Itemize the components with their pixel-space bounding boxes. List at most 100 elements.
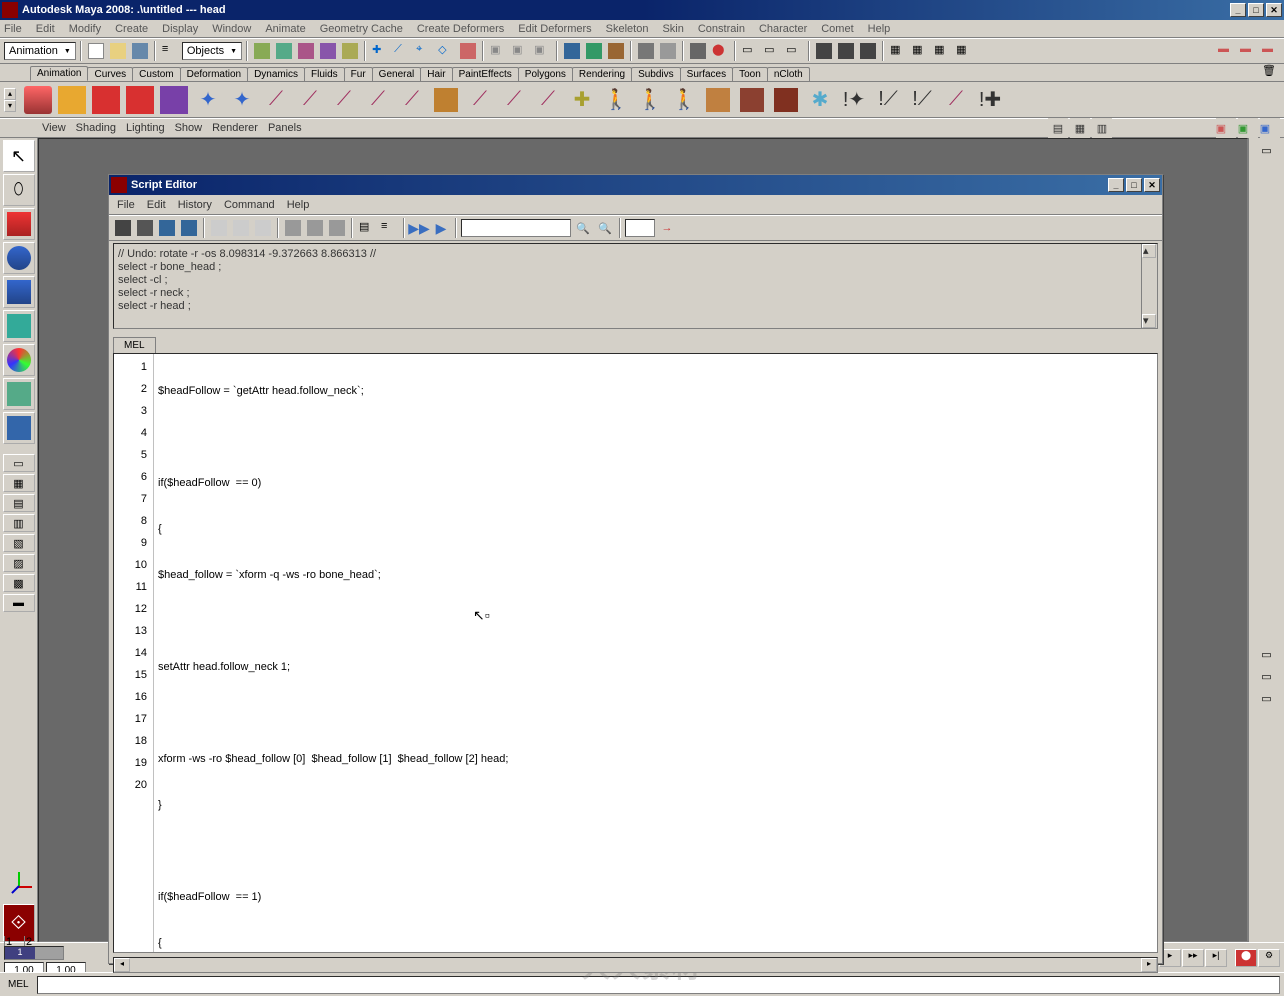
sel-surface-icon[interactable]: [318, 41, 338, 61]
se-menu-history[interactable]: History: [178, 199, 212, 211]
menu-constrain[interactable]: Constrain: [698, 23, 745, 35]
move-tool[interactable]: [3, 208, 35, 240]
rotate-tool[interactable]: [3, 242, 35, 274]
shelf-icon-27[interactable]: !⟋: [906, 84, 938, 116]
shelf-icon-25[interactable]: !✦: [838, 84, 870, 116]
construction-history-icon[interactable]: ▣: [532, 41, 552, 61]
se-search-down-icon[interactable]: 🔍: [573, 218, 593, 238]
shelf-tab-deformation[interactable]: Deformation: [180, 67, 248, 81]
shelf-icon-setkey[interactable]: [22, 84, 54, 116]
shelf-icon-28[interactable]: ⟋: [940, 84, 972, 116]
se-line-numbers-icon[interactable]: ≡: [379, 218, 399, 238]
shelf-icon-13[interactable]: [430, 84, 462, 116]
select-tool[interactable]: ↖: [3, 140, 35, 172]
channel-icon-a[interactable]: ▭: [1257, 644, 1277, 664]
shelf-icon-20[interactable]: 🚶: [668, 84, 700, 116]
snap-point-icon[interactable]: ⌖: [414, 41, 434, 61]
clapboard-b-icon[interactable]: [836, 41, 856, 61]
vp-attr-editor-icon[interactable]: ▣: [1216, 118, 1236, 138]
se-echo-icon[interactable]: ▤: [357, 218, 377, 238]
vp-layout-3-icon[interactable]: ▥: [1092, 118, 1112, 138]
channel-icon-b[interactable]: ▭: [1257, 666, 1277, 686]
se-code-body[interactable]: $headFollow = `getAttr head.follow_neck`…: [154, 354, 1157, 952]
menu-modify[interactable]: Modify: [69, 23, 101, 35]
shelf-icon-joint[interactable]: ⟋: [260, 84, 292, 116]
attribute-editor-toggle-icon[interactable]: ▬: [1260, 41, 1280, 61]
snap-live-icon[interactable]: [458, 41, 478, 61]
menu-animate[interactable]: Animate: [265, 23, 305, 35]
sel-deform-icon[interactable]: [340, 41, 360, 61]
sel-joint-icon[interactable]: [274, 41, 294, 61]
menu-create-deformers[interactable]: Create Deformers: [417, 23, 504, 35]
menu-help[interactable]: Help: [868, 23, 891, 35]
vp-layout-2-icon[interactable]: ▦: [1070, 118, 1090, 138]
vp-tool-settings-icon[interactable]: ▣: [1238, 118, 1258, 138]
layout-custom1[interactable]: ▤: [3, 494, 35, 512]
se-close-button[interactable]: ✕: [1144, 178, 1160, 192]
ipr-render-icon[interactable]: [584, 41, 604, 61]
vp-menu-show[interactable]: Show: [175, 122, 203, 134]
se-minimize-button[interactable]: _: [1108, 178, 1124, 192]
shelf-tab-subdivs[interactable]: Subdivs: [631, 67, 681, 81]
autokey-button[interactable]: ⬤: [1235, 949, 1257, 967]
channel-box-toggle-icon[interactable]: ▬: [1216, 41, 1236, 61]
vp-menu-renderer[interactable]: Renderer: [212, 122, 258, 134]
misc-d-icon[interactable]: ⬤: [710, 41, 730, 61]
time-slider[interactable]: 1: [4, 946, 64, 960]
grid-a-icon[interactable]: ▦: [888, 41, 908, 61]
selection-mode-dropdown[interactable]: Objects: [182, 42, 242, 60]
snap-curve-icon[interactable]: ⟋: [392, 41, 412, 61]
se-show-input-icon[interactable]: [305, 218, 325, 238]
shelf-icon-3[interactable]: [90, 84, 122, 116]
pref-button[interactable]: ⚙: [1258, 949, 1280, 967]
shelf-tab-rendering[interactable]: Rendering: [572, 67, 632, 81]
layer-editor-toggle-icon[interactable]: ▬: [1238, 41, 1258, 61]
shelf-icon-15[interactable]: ⟋: [498, 84, 530, 116]
current-frame[interactable]: 1: [5, 947, 35, 959]
layout-c-icon[interactable]: ▭: [784, 41, 804, 61]
show-manip-tool[interactable]: [3, 378, 35, 410]
menu-edit[interactable]: Edit: [36, 23, 55, 35]
se-splitter[interactable]: [109, 331, 1162, 335]
shelf-icon-18[interactable]: 🚶: [600, 84, 632, 116]
grid-b-icon[interactable]: ▦: [910, 41, 930, 61]
menu-comet[interactable]: Comet: [821, 23, 853, 35]
se-clear-input-icon[interactable]: [231, 218, 251, 238]
shelf-trash-icon[interactable]: 🗑: [1262, 64, 1278, 80]
vp-menu-shading[interactable]: Shading: [76, 122, 116, 134]
menu-skin[interactable]: Skin: [662, 23, 683, 35]
se-horizontal-scrollbar[interactable]: ◂ ▸: [113, 957, 1158, 973]
layout-single[interactable]: ▭: [3, 454, 35, 472]
vp-channel-box-icon[interactable]: ▣: [1260, 118, 1280, 138]
vp-menu-lighting[interactable]: Lighting: [126, 122, 165, 134]
shelf-icon-29[interactable]: !✚: [974, 84, 1006, 116]
se-execute-all-icon[interactable]: ▶: [431, 218, 451, 238]
open-scene-button[interactable]: [108, 41, 128, 61]
se-menu-file[interactable]: File: [117, 199, 135, 211]
menu-edit-deformers[interactable]: Edit Deformers: [518, 23, 591, 35]
se-hscroll-right[interactable]: ▸: [1141, 958, 1157, 972]
new-scene-button[interactable]: [86, 41, 106, 61]
menu-geometry-cache[interactable]: Geometry Cache: [320, 23, 403, 35]
se-open-icon[interactable]: [113, 218, 133, 238]
shelf-tab-custom[interactable]: Custom: [132, 67, 180, 81]
close-button[interactable]: ✕: [1266, 3, 1282, 17]
layout-custom6[interactable]: ▬: [3, 594, 35, 612]
go-end-button[interactable]: ▸|: [1205, 949, 1227, 967]
sel-curve-icon[interactable]: [296, 41, 316, 61]
misc-c-icon[interactable]: [688, 41, 708, 61]
maximize-button[interactable]: □: [1248, 3, 1264, 17]
shelf-icon-4[interactable]: [124, 84, 156, 116]
save-scene-button[interactable]: [130, 41, 150, 61]
shelf-icon-ik[interactable]: ✦: [192, 84, 224, 116]
se-show-history-icon[interactable]: [283, 218, 303, 238]
se-save-icon[interactable]: [157, 218, 177, 238]
se-clear-history-icon[interactable]: [209, 218, 229, 238]
menu-window[interactable]: Window: [212, 23, 251, 35]
se-search-up-icon[interactable]: 🔍: [595, 218, 615, 238]
shelf-tab-curves[interactable]: Curves: [87, 67, 133, 81]
se-goto-field[interactable]: [625, 219, 655, 237]
layout-a-icon[interactable]: ▭: [740, 41, 760, 61]
soft-mod-tool[interactable]: [3, 344, 35, 376]
clapboard-a-icon[interactable]: [814, 41, 834, 61]
